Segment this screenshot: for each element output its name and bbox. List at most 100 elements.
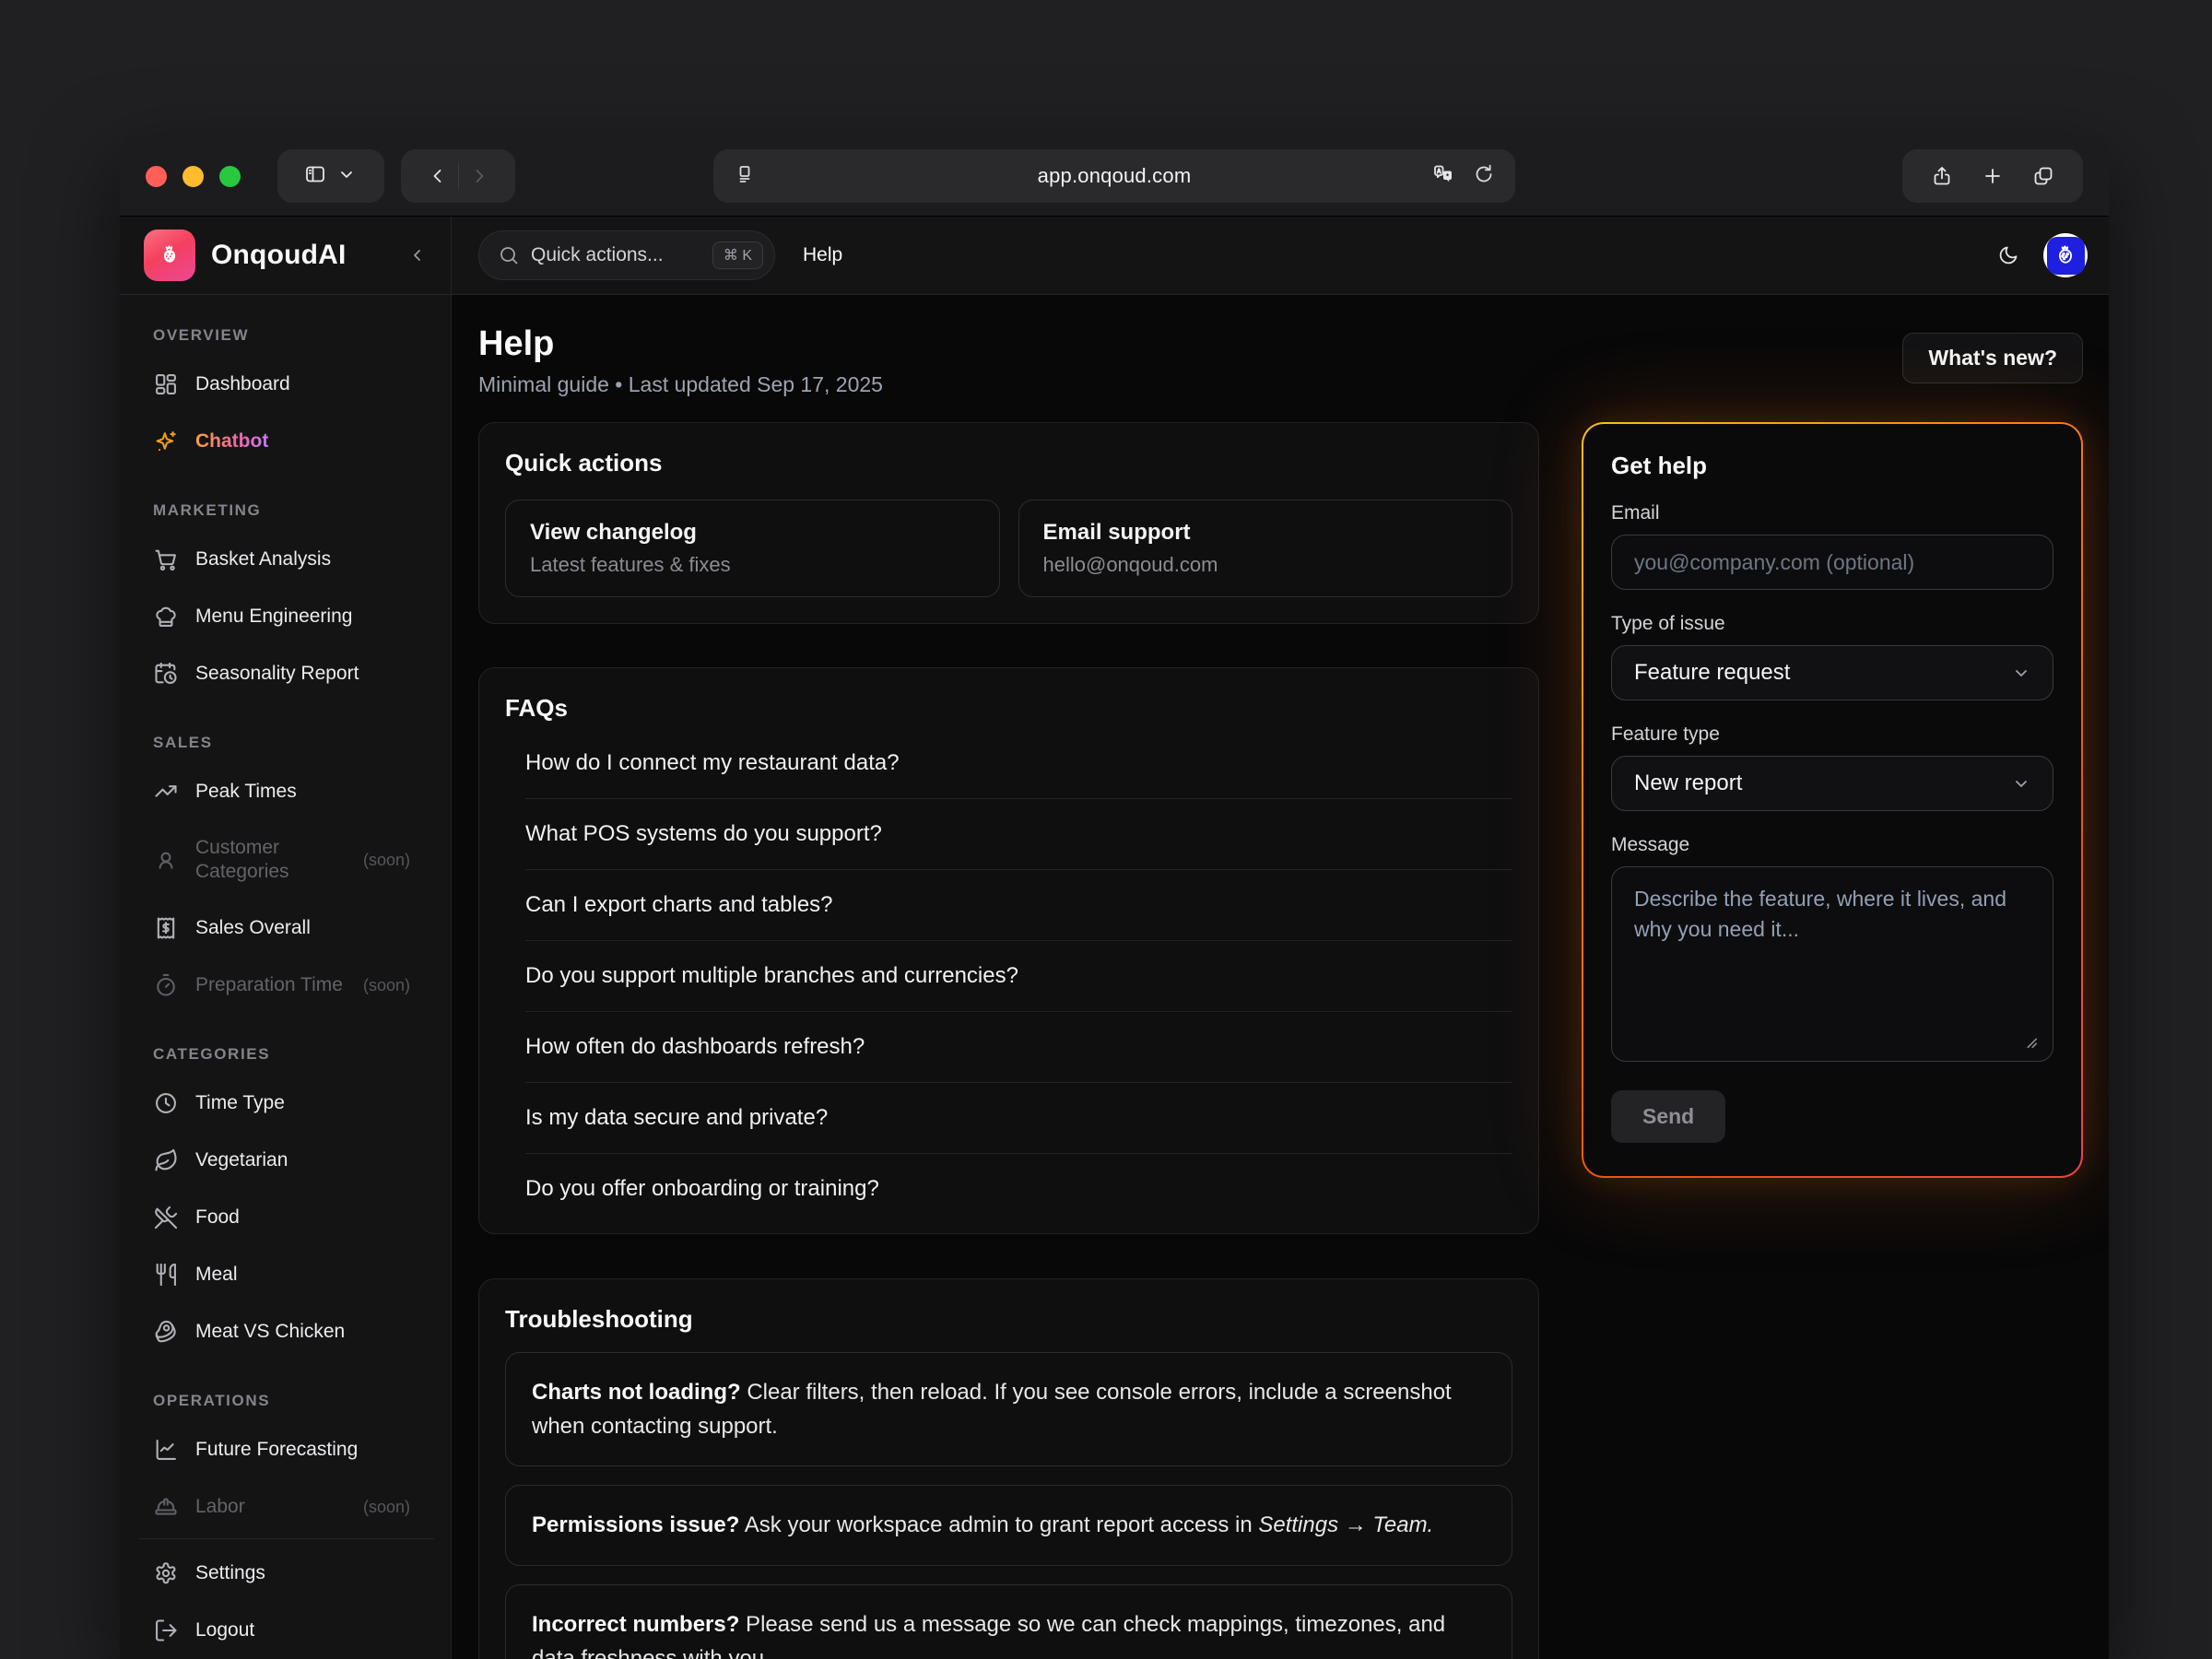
- sidebar-item-menu-engineering[interactable]: Menu Engineering: [138, 588, 434, 645]
- troubleshooting-item-1: Charts not loading? Clear filters, then …: [505, 1352, 1512, 1466]
- steak-icon: [153, 1319, 179, 1345]
- reload-icon[interactable]: [1473, 163, 1495, 190]
- tab-overview-icon[interactable]: [2032, 165, 2054, 187]
- soon-badge: (soon): [354, 976, 410, 995]
- email-field[interactable]: [1611, 535, 2053, 590]
- sidebar-section-label-marketing: MARKETING: [153, 501, 434, 520]
- zoom-window-button[interactable]: [219, 166, 241, 187]
- sidebar-item-label: Menu Engineering: [195, 605, 352, 629]
- faq-item-4[interactable]: Do you support multiple branches and cur…: [525, 940, 1512, 1011]
- page-title: Help: [478, 324, 883, 364]
- chef-hat-icon: [153, 604, 179, 629]
- sparkles-icon: [153, 429, 179, 454]
- timer-icon: [153, 972, 179, 998]
- sidebar-item-seasonality-report[interactable]: Seasonality Report: [138, 645, 434, 702]
- sidebar-item-meal[interactable]: Meal: [138, 1246, 434, 1303]
- cart-icon: [153, 547, 179, 572]
- sidebar-item-label: Future Forecasting: [195, 1438, 358, 1462]
- user-avatar[interactable]: [2043, 233, 2088, 277]
- sidebar-item-logout[interactable]: Logout: [138, 1602, 434, 1659]
- sidebar-nav: OVERVIEWDashboardChatbotMARKETINGBasket …: [120, 295, 451, 1524]
- whats-new-button[interactable]: What's new?: [1902, 333, 2083, 383]
- email-support-button[interactable]: Email support hello@onqoud.com: [1018, 500, 1513, 597]
- faq-item-3[interactable]: Can I export charts and tables?: [525, 869, 1512, 940]
- message-field[interactable]: [1611, 866, 2053, 1062]
- new-tab-icon[interactable]: [1982, 165, 2004, 187]
- sidebar-item-future-forecasting[interactable]: Future Forecasting: [138, 1421, 434, 1478]
- resize-handle[interactable]: [2022, 1033, 2044, 1055]
- translate-icon[interactable]: [1432, 163, 1454, 190]
- troubleshooting-lead: Incorrect numbers?: [532, 1612, 739, 1637]
- get-help-panel: Get help Email Type of issue Feature req…: [1582, 422, 2083, 1178]
- address-bar[interactable]: app.onqoud.com: [713, 149, 1515, 203]
- reader-icon[interactable]: [734, 163, 756, 190]
- sidebar-item-sales-overall[interactable]: Sales Overall: [138, 900, 434, 957]
- sidebar-item-basket-analysis[interactable]: Basket Analysis: [138, 531, 434, 588]
- browser-sidebar-toggle[interactable]: [277, 149, 384, 203]
- feature-type-value: New report: [1634, 771, 1742, 796]
- faq-item-6[interactable]: Is my data secure and private?: [525, 1082, 1512, 1153]
- minimize-window-button[interactable]: [182, 166, 204, 187]
- url-text: app.onqoud.com: [1038, 164, 1192, 188]
- close-window-button[interactable]: [146, 166, 167, 187]
- faq-item-2[interactable]: What POS systems do you support?: [525, 798, 1512, 869]
- faq-item-7[interactable]: Do you offer onboarding or training?: [525, 1153, 1512, 1224]
- brand-logo: [144, 229, 195, 281]
- sidebar-item-peak-times[interactable]: Peak Times: [138, 763, 434, 820]
- sidebar-item-labor[interactable]: Labor(soon): [138, 1478, 434, 1524]
- issue-type-label: Type of issue: [1611, 613, 2053, 635]
- utensils-crossed-icon: [153, 1205, 179, 1230]
- sidebar-collapse-button[interactable]: [406, 244, 429, 266]
- sidebar-item-label: Meal: [195, 1263, 238, 1287]
- sidebar-item-label: Vegetarian: [195, 1148, 288, 1172]
- email-label: Email: [1611, 502, 2053, 524]
- faqs-card: FAQs How do I connect my restaurant data…: [478, 667, 1539, 1234]
- sidebar-item-dashboard[interactable]: Dashboard: [138, 356, 434, 413]
- sidebar-item-time-type[interactable]: Time Type: [138, 1075, 434, 1132]
- share-icon[interactable]: [1931, 165, 1953, 187]
- moon-icon: [1997, 244, 2019, 266]
- issue-type-value: Feature request: [1634, 660, 1790, 686]
- chevron-down-icon: [2010, 772, 2032, 794]
- nav-divider: [458, 162, 459, 190]
- nav-item-help[interactable]: Help: [803, 244, 842, 266]
- sidebar-item-preparation-time[interactable]: Preparation Time(soon): [138, 957, 434, 1014]
- faq-item-1[interactable]: How do I connect my restaurant data?: [525, 728, 1512, 798]
- message-label: Message: [1611, 834, 2053, 856]
- sidebar-item-meat-vs-chicken[interactable]: Meat VS Chicken: [138, 1303, 434, 1360]
- quick-action-subtitle: hello@onqoud.com: [1043, 553, 1488, 577]
- chevron-down-icon: [335, 163, 358, 190]
- back-button[interactable]: [427, 165, 449, 187]
- raspberry-icon: [159, 244, 181, 266]
- page-subtitle: Minimal guide • Last updated Sep 17, 202…: [478, 372, 883, 397]
- sidebar-section-label-operations: OPERATIONS: [153, 1392, 434, 1410]
- troubleshooting-title: Troubleshooting: [505, 1305, 1512, 1334]
- sidebar-item-food[interactable]: Food: [138, 1189, 434, 1246]
- forward-button[interactable]: [468, 165, 490, 187]
- sidebar-item-label: Basket Analysis: [195, 547, 331, 571]
- sidebar-item-chatbot[interactable]: Chatbot: [138, 413, 434, 470]
- quick-action-title: View changelog: [530, 520, 975, 546]
- quick-action-title: Email support: [1043, 520, 1488, 546]
- dark-mode-toggle[interactable]: [1997, 244, 2019, 266]
- avatar-raspberry-icon: [2054, 244, 2077, 266]
- view-changelog-button[interactable]: View changelog Latest features & fixes: [505, 500, 1000, 597]
- faq-item-5[interactable]: How often do dashboards refresh?: [525, 1011, 1512, 1082]
- troubleshooting-lead: Permissions issue?: [532, 1512, 739, 1537]
- troubleshooting-item-2: Permissions issue? Ask your workspace ad…: [505, 1485, 1512, 1565]
- chevron-down-icon: [2010, 662, 2032, 684]
- quick-actions-search[interactable]: Quick actions... ⌘ K: [478, 230, 775, 280]
- logout-icon: [153, 1618, 179, 1643]
- troubleshooting-italic: Settings → Team.: [1258, 1512, 1433, 1537]
- search-icon: [498, 244, 520, 266]
- sidebar-item-customer-categories[interactable]: Customer Categories(soon): [138, 820, 434, 900]
- sidebar-item-vegetarian[interactable]: Vegetarian: [138, 1132, 434, 1189]
- sidebar-item-label: Sales Overall: [195, 916, 311, 940]
- browser-actions: [1902, 149, 2083, 203]
- feature-type-select[interactable]: New report: [1611, 756, 2053, 811]
- issue-type-select[interactable]: Feature request: [1611, 645, 2053, 700]
- sidebar-item-settings[interactable]: Settings: [138, 1545, 434, 1602]
- trending-up-icon: [153, 779, 179, 805]
- quick-action-subtitle: Latest features & fixes: [530, 553, 975, 577]
- send-button[interactable]: Send: [1611, 1090, 1725, 1143]
